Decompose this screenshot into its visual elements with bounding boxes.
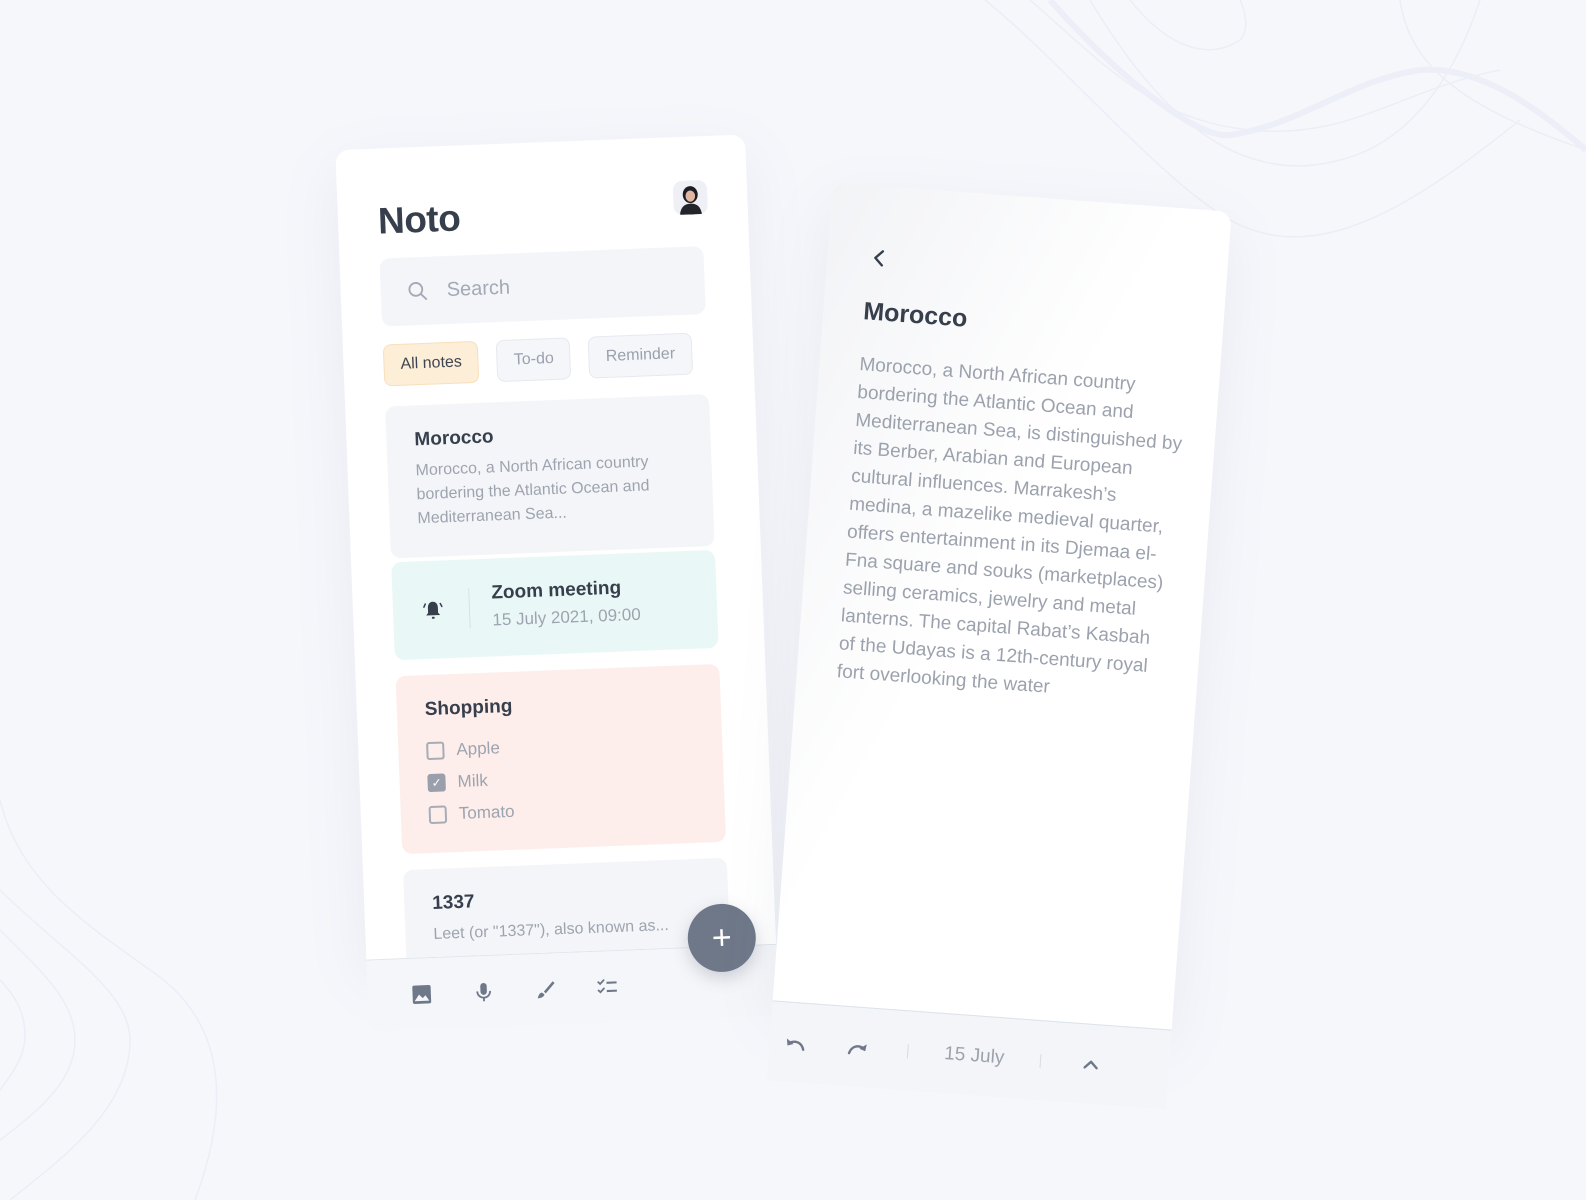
search-input[interactable]: Search [379, 246, 706, 327]
microphone-icon[interactable] [471, 979, 496, 1004]
redo-button[interactable] [843, 1034, 873, 1060]
brush-icon[interactable] [533, 977, 558, 1002]
search-placeholder: Search [446, 276, 511, 301]
note-date: 15 July [943, 1042, 1006, 1068]
filter-tabs: All notes To-do Reminder [382, 332, 693, 387]
avatar[interactable] [672, 179, 708, 216]
separator [906, 1043, 909, 1058]
checklist-item-label: Milk [457, 770, 489, 791]
redo-icon [847, 1043, 867, 1054]
note-preview: Morocco, a North African country borderi… [415, 453, 650, 528]
note-card-1337[interactable]: 1337 Leet (or "1337"), also known as... [402, 857, 732, 960]
search-icon [408, 282, 428, 300]
divider [468, 588, 471, 629]
note-card-shopping[interactable]: Shopping Apple Milk Tomato [395, 663, 727, 855]
checkbox-milk[interactable] [427, 773, 446, 793]
note-title: Morocco [414, 426, 494, 451]
note-title: Shopping [424, 695, 513, 721]
expand-button[interactable] [1076, 1051, 1106, 1077]
note-detail-body[interactable]: Morocco, a North African country borderi… [836, 351, 1190, 710]
back-button[interactable] [867, 245, 893, 271]
note-card-reminder[interactable]: Zoom meeting 15 July 2021, 09:00 [391, 549, 719, 661]
tab-reminder[interactable]: Reminder [588, 332, 693, 379]
reminder-datetime: 15 July 2021, 09:00 [492, 604, 642, 630]
chevron-left-icon [874, 250, 885, 267]
note-detail-panel: Morocco Morocco, a North African country… [772, 182, 1232, 1030]
bell-icon [423, 601, 443, 619]
checkbox-tomato[interactable] [428, 805, 448, 825]
note-card-morocco[interactable]: Morocco Morocco, a North African country… [385, 394, 715, 559]
avatar-image [672, 179, 708, 216]
note-detail-title: Morocco [862, 297, 969, 333]
note-detail-screen: Morocco Morocco, a North African country… [766, 182, 1232, 1110]
app-title: Noto [377, 197, 461, 242]
note-title: Zoom meeting [490, 577, 622, 604]
checkbox-apple[interactable] [426, 741, 445, 761]
checklist-icon[interactable] [595, 974, 620, 999]
checklist: Apple Milk Tomato [426, 725, 697, 831]
undo-icon [786, 1037, 805, 1051]
notes-list-screen: Noto Search All notes To-do Reminder Mor… [335, 134, 779, 1032]
note-preview: Leet (or "1337"), also known as... [433, 916, 670, 943]
checklist-item-label: Apple [455, 738, 501, 759]
note-title: 1337 [431, 891, 475, 915]
notes-list-panel: Noto Search All notes To-do Reminder Mor… [335, 134, 777, 960]
tab-to-do[interactable]: To-do [496, 337, 572, 383]
undo-button[interactable] [781, 1030, 811, 1056]
tab-all-notes[interactable]: All notes [382, 340, 480, 387]
separator [1039, 1053, 1042, 1068]
checklist-item-label: Tomato [458, 801, 515, 823]
image-icon[interactable] [409, 982, 434, 1007]
chevron-up-icon [1083, 1060, 1099, 1069]
